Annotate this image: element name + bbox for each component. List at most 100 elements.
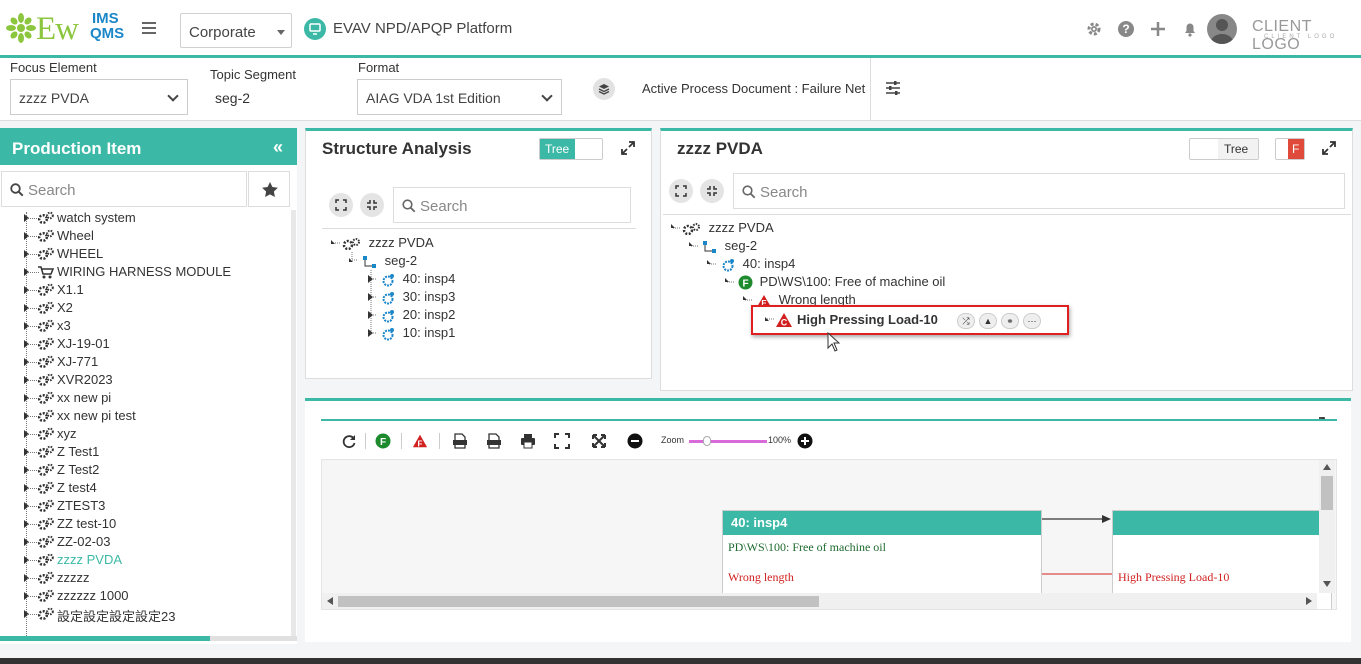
export-svg-icon[interactable] <box>452 433 468 449</box>
help-icon[interactable]: ? <box>1117 20 1135 38</box>
expand-all-button[interactable] <box>329 193 353 217</box>
format-select[interactable]: AIAG VDA 1st Edition <box>357 79 562 115</box>
zoom-out-icon[interactable] <box>627 433 643 449</box>
scroll-down-icon[interactable] <box>1323 581 1331 587</box>
scroll-up-icon[interactable] <box>1323 464 1331 470</box>
focus-element-select[interactable]: zzzz PVDA <box>10 79 188 115</box>
structure-root-node[interactable]: zzzz PVDA <box>342 235 434 251</box>
function-f-icon[interactable]: F <box>375 433 391 449</box>
tree-item[interactable]: xx new pi <box>0 389 290 407</box>
tree-item[interactable]: watch system <box>0 209 290 227</box>
favorites-button[interactable] <box>248 171 290 207</box>
refresh-icon[interactable] <box>341 433 357 449</box>
tree-item[interactable]: x3 <box>0 317 290 335</box>
zoom-slider[interactable] <box>689 436 767 446</box>
failure-step-node[interactable]: 40: insp4 <box>720 256 795 272</box>
failure-search-input[interactable]: Search <box>733 173 1345 209</box>
warning-icon[interactable]: ▲ <box>979 313 997 329</box>
user-avatar[interactable] <box>1207 14 1237 44</box>
diagram-canvas[interactable]: 40: insp4 PD\WS\100: Free of machine oil… <box>321 459 1337 610</box>
failure-f-toggle[interactable]: F <box>1275 138 1305 160</box>
failure-f-icon[interactable]: F <box>412 433 428 449</box>
tree-item[interactable]: ZZ test-10 <box>0 515 290 533</box>
highlighted-cause-node[interactable]: C High Pressing Load-10 ⤮ ▲ ⚭ ⋯ <box>751 305 1069 335</box>
tree-item[interactable]: zzzzzz 1000 <box>0 587 290 605</box>
production-item-search[interactable]: Search <box>1 171 247 207</box>
tree-item[interactable]: XVR2023 <box>0 371 290 389</box>
gears-icon <box>37 481 54 495</box>
tree-item[interactable]: X2 <box>0 299 290 317</box>
bell-icon[interactable] <box>1181 20 1199 38</box>
tree-item[interactable]: Wheel <box>0 227 290 245</box>
failure-tree-toggle[interactable]: Tree <box>1189 138 1259 160</box>
node-label: zzzz PVDA <box>368 235 434 250</box>
scroll-right-icon[interactable] <box>1306 597 1312 605</box>
structure-step-node[interactable]: 10: insp1 <box>380 325 455 341</box>
active-process-document: Active Process Document : Failure Net <box>642 81 866 96</box>
structure-step-node[interactable]: 20: insp2 <box>380 307 455 323</box>
collapse-all-button[interactable] <box>700 179 724 203</box>
tree-item[interactable]: zzzz PVDA <box>0 551 290 569</box>
tree-item[interactable]: X1.1 <box>0 281 290 299</box>
tree-item[interactable]: Z Test2 <box>0 461 290 479</box>
layers-icon[interactable] <box>593 78 615 100</box>
tree-toggle-label: Tree <box>540 139 575 159</box>
structure-step-node[interactable]: 40: insp4 <box>380 271 455 287</box>
expand-icon[interactable] <box>1322 141 1336 155</box>
expand-all-button[interactable] <box>669 179 693 203</box>
scroll-left-icon[interactable] <box>327 597 333 605</box>
f-toggle-label: F <box>1288 139 1304 159</box>
ewqms-logo[interactable]: Ew IMS QMS <box>6 9 126 49</box>
corporate-select[interactable]: Corporate <box>180 13 292 48</box>
tree-item[interactable]: WIRING HARNESS MODULE <box>0 263 290 281</box>
tree-item[interactable]: zzzzz <box>0 569 290 587</box>
tree-branch-icon <box>765 317 775 321</box>
diagram-horizontal-scrollbar[interactable] <box>322 593 1317 609</box>
tree-item[interactable]: xx new pi test <box>0 407 290 425</box>
arrows-expand-icon[interactable] <box>591 433 607 449</box>
tree-item[interactable]: Z Test1 <box>0 443 290 461</box>
zoom-in-icon[interactable] <box>797 433 813 449</box>
print-icon[interactable] <box>520 433 536 449</box>
scroll-thumb[interactable] <box>1321 476 1333 510</box>
failure-root-node[interactable]: zzzz PVDA <box>682 220 774 236</box>
sliders-icon[interactable] <box>885 80 901 96</box>
tree-item-label: xx new pi <box>57 390 112 405</box>
gear-icon[interactable] <box>1085 20 1103 38</box>
tree-item[interactable]: Z test4 <box>0 479 290 497</box>
structure-step-node[interactable]: 30: insp3 <box>380 289 455 305</box>
diagram-vertical-scrollbar[interactable] <box>1319 460 1335 593</box>
tree-item[interactable]: XJ-19-01 <box>0 335 290 353</box>
node-label: 40: insp4 <box>742 256 796 271</box>
scroll-thumb[interactable] <box>338 596 819 607</box>
left-horizontal-scrollbar[interactable] <box>0 636 297 641</box>
tree-item[interactable]: WHEEL <box>0 245 290 263</box>
node-label: PD\WS\100: Free of machine oil <box>759 274 946 289</box>
expand-icon[interactable] <box>621 141 635 155</box>
more-icon[interactable]: ⋯ <box>1023 313 1041 329</box>
client-logo: CLIENT LOGO CLIENT LOGO <box>1252 18 1361 54</box>
shuffle-icon[interactable]: ⤮ <box>957 313 975 329</box>
fit-screen-icon[interactable] <box>554 433 570 449</box>
svg-text:F: F <box>742 279 748 290</box>
tree-item[interactable]: 設定設定設定設定23 <box>0 605 290 624</box>
scroll-thumb[interactable] <box>0 636 210 641</box>
structure-segment-node[interactable]: seg-2 <box>362 253 417 269</box>
link-icon[interactable]: ⚭ <box>1001 313 1019 329</box>
tree-item[interactable]: ZTEST3 <box>0 497 290 515</box>
collapse-icon[interactable]: « <box>273 137 283 158</box>
left-vertical-scrollbar[interactable] <box>291 210 296 636</box>
tree-item[interactable]: ZZ-02-03 <box>0 533 290 551</box>
function-node[interactable]: F PD\WS\100: Free of machine oil <box>738 274 945 290</box>
plus-icon[interactable] <box>1149 20 1167 38</box>
tree-item[interactable]: XJ-771 <box>0 353 290 371</box>
menu-icon[interactable] <box>142 22 156 34</box>
zoom-slider-handle[interactable] <box>703 436 711 446</box>
collapse-all-button[interactable] <box>360 193 384 217</box>
chevron-down-icon <box>541 90 553 102</box>
export-png-icon[interactable] <box>486 433 502 449</box>
structure-search-input[interactable]: Search <box>393 187 631 223</box>
failure-segment-node[interactable]: seg-2 <box>702 238 757 254</box>
tree-item[interactable]: xyz <box>0 425 290 443</box>
structure-tree-toggle[interactable]: Tree <box>539 138 603 160</box>
